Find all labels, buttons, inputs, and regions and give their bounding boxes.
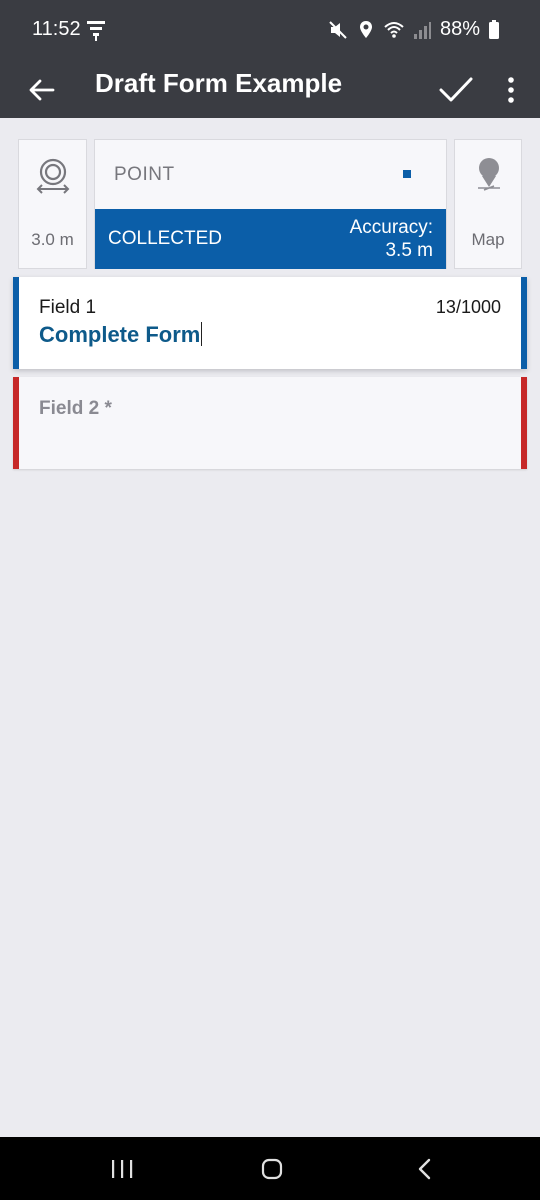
field-1-card[interactable]: Field 1 13/1000 Complete Form (13, 277, 527, 369)
map-label: Map (471, 230, 505, 249)
antenna-icon (87, 21, 105, 41)
location-panel: 3.0 m POINT COLLECTED Accuracy: 3.5 m Ma… (18, 139, 522, 269)
field-1-char-counter: 13/1000 (435, 297, 501, 317)
back-arrow-icon (29, 79, 55, 101)
back-icon (418, 1158, 431, 1180)
collected-status-text: COLLECTED (108, 228, 223, 249)
field-1-label: Field 1 (39, 297, 97, 318)
accuracy-setting-button[interactable]: 3.0 m (18, 139, 87, 269)
wifi-icon (384, 21, 404, 38)
screen: 11:52 88% Draft Form Example 3.0 m POINT… (0, 0, 540, 1200)
accuracy-target-icon (36, 158, 70, 194)
signal-icon (413, 21, 431, 39)
checkmark-icon (439, 77, 473, 102)
battery-percent: 88% (439, 18, 480, 40)
mute-icon (329, 20, 347, 39)
point-status-panel[interactable]: POINT COLLECTED Accuracy: 3.5 m (94, 139, 447, 269)
map-pin-icon (478, 158, 500, 191)
home-button[interactable] (242, 1149, 302, 1189)
app-bar: Draft Form Example (0, 62, 540, 118)
accuracy-readout: Accuracy: 3.5 m (350, 216, 433, 262)
battery-icon (489, 19, 499, 39)
location-icon (359, 20, 372, 38)
geometry-type-label: POINT (114, 164, 175, 185)
home-icon (261, 1158, 283, 1180)
system-back-button[interactable] (394, 1149, 454, 1189)
accuracy-label: Accuracy: (349, 217, 433, 238)
save-button[interactable] (432, 66, 480, 114)
point-marker-icon (403, 170, 411, 178)
collected-status-bar: COLLECTED Accuracy: 3.5 m (95, 209, 446, 269)
text-cursor (201, 322, 203, 346)
field-1-input[interactable]: Complete Form (39, 322, 203, 348)
accuracy-setting-value: 3.0 m (31, 230, 74, 249)
status-bar: 11:52 88% (0, 0, 540, 62)
status-time: 11:52 (32, 18, 81, 40)
field-1-value: Complete Form (39, 322, 201, 347)
accuracy-value: 3.5 m (385, 240, 433, 261)
back-button[interactable] (20, 68, 64, 112)
page-title: Draft Form Example (95, 68, 343, 98)
map-button[interactable]: Map (454, 139, 522, 269)
field-2-label: Field 2 * (39, 398, 112, 419)
field-2-card[interactable]: Field 2 * (13, 377, 527, 469)
recent-apps-button[interactable] (92, 1149, 152, 1189)
system-nav-bar (0, 1137, 540, 1200)
recent-apps-icon (112, 1160, 133, 1178)
status-right-group: 88% (328, 18, 500, 41)
more-vert-icon (508, 77, 514, 103)
more-options-button[interactable] (494, 66, 528, 114)
